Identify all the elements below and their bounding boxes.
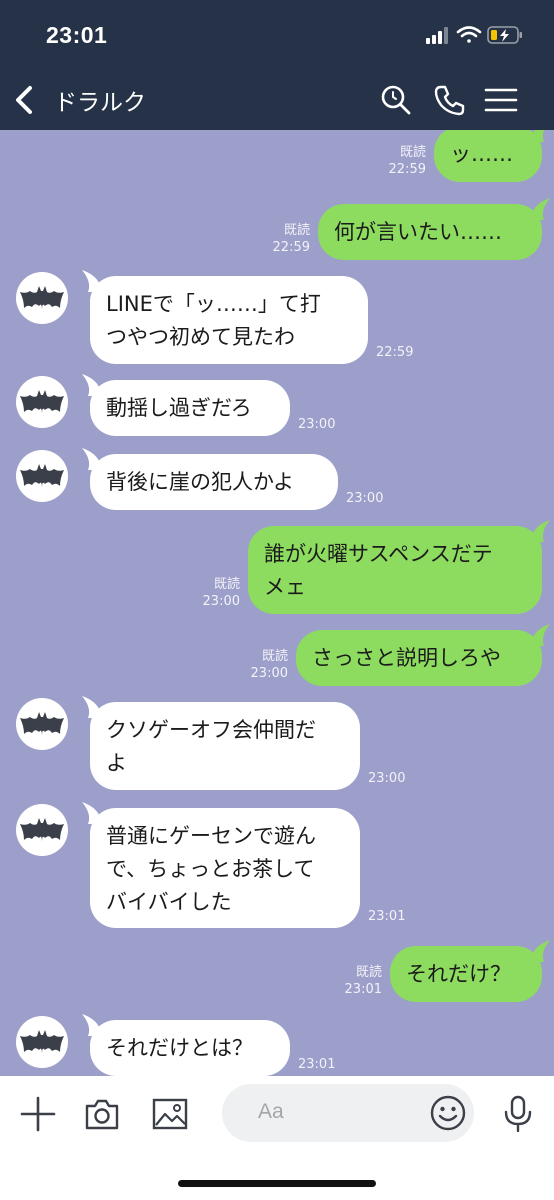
incoming-message: 23:01 普通にゲーセンで遊ん で、ちょっとお茶して バイバイした [0,802,554,932]
message-bubble[interactable]: 誰が火曜サスペンスだテ メェ [248,526,542,614]
outgoing-message: 既読 22:59 ッ…… [0,130,554,186]
emoji-button[interactable] [428,1093,468,1133]
bat-icon [20,712,64,736]
avatar[interactable] [16,450,68,502]
signal-icon [426,27,448,44]
read-receipt: 既読 [213,577,240,592]
message-bubble[interactable]: それだけ？ [390,946,542,1002]
incoming-message: 23:00 動揺し過ぎだろ [0,374,554,440]
wifi-icon [456,26,482,43]
message-time: 22:59 [272,240,310,255]
status-icons [426,26,522,44]
battery-icon [487,26,522,44]
message-meta: 既読 23:00 [203,576,240,610]
message-time: 23:01 [298,1057,336,1072]
message-meta: 既読 22:59 [389,144,426,178]
chat-header: ドラルク [0,70,554,130]
bat-icon [20,390,64,414]
message-time: 23:00 [202,594,240,609]
message-time: 23:00 [250,666,288,681]
message-time: 23:00 [346,491,384,506]
call-button[interactable] [432,82,468,118]
message-time: 23:00 [298,417,336,432]
bat-icon [20,1030,64,1054]
incoming-message: 22:59 LINEで「ッ……」て打 つやつ初めて見たわ [0,270,554,368]
search-button[interactable] [378,82,414,118]
message-bubble[interactable]: それだけとは？ [90,1020,290,1076]
outgoing-message: 既読 23:00 誰が火曜サスペンスだテ メェ [0,520,554,618]
message-bubble[interactable]: LINEで「ッ……」て打 つやつ初めて見たわ [90,276,368,364]
avatar[interactable] [16,1016,68,1068]
message-bubble[interactable]: さっさと説明しろや [296,630,542,686]
message-bubble[interactable]: クソゲーオフ会仲間だ よ [90,702,360,790]
avatar[interactable] [16,272,68,324]
bat-icon [20,464,64,488]
read-receipt: 既読 [399,145,426,160]
plus-button[interactable] [18,1094,58,1134]
image-button[interactable] [150,1094,190,1134]
message-bubble[interactable]: 背後に崖の犯人かよ [90,454,338,510]
chat-history[interactable]: 既読 22:59 ッ…… 既読 22:59 何が言いたい…… 22:59 LINEで「ッ……」… [0,130,554,1076]
message-bubble[interactable]: 動揺し過ぎだろ [90,380,290,436]
back-button[interactable] [10,82,40,118]
incoming-message: 23:01 それだけとは？ [0,1014,554,1076]
message-input[interactable]: Aa [222,1084,474,1142]
outgoing-message: 既読 22:59 何が言いたい…… [0,198,554,264]
read-receipt: 既読 [355,965,382,980]
avatar[interactable] [16,376,68,428]
avatar[interactable] [16,698,68,750]
bat-icon [20,286,64,310]
message-meta: 既読 22:59 [273,222,310,256]
message-bubble[interactable]: ッ…… [434,130,542,182]
incoming-message: 23:00 背後に崖の犯人かよ [0,448,554,514]
avatar[interactable] [16,804,68,856]
menu-button[interactable] [484,82,518,118]
message-meta: 既読 23:00 [251,648,288,682]
message-input-bar: Aa [0,1076,554,1200]
camera-button[interactable] [82,1094,122,1134]
message-bubble[interactable]: 何が言いたい…… [318,204,542,260]
status-time: 23:01 [46,22,108,48]
message-input-placeholder: Aa [258,1100,284,1123]
read-receipt: 既読 [283,223,310,238]
incoming-message: 23:00 クソゲーオフ会仲間だ よ [0,696,554,794]
read-receipt: 既読 [261,649,288,664]
message-bubble[interactable]: 普通にゲーセンで遊ん で、ちょっとお茶して バイバイした [90,808,360,928]
message-time: 22:59 [388,162,426,177]
outgoing-message: 既読 23:01 それだけ？ [0,940,554,1006]
bat-icon [20,818,64,842]
message-time: 23:01 [368,909,406,924]
message-time: 23:00 [368,771,406,786]
outgoing-message: 既読 23:00 さっさと説明しろや [0,624,554,690]
status-bar: 23:01 [0,0,554,70]
message-meta: 既読 23:01 [345,964,382,998]
home-indicator [178,1180,376,1187]
message-time: 23:01 [344,982,382,997]
message-time: 22:59 [376,345,414,360]
chat-title: ドラルク [54,90,146,116]
microphone-button[interactable] [498,1094,538,1134]
